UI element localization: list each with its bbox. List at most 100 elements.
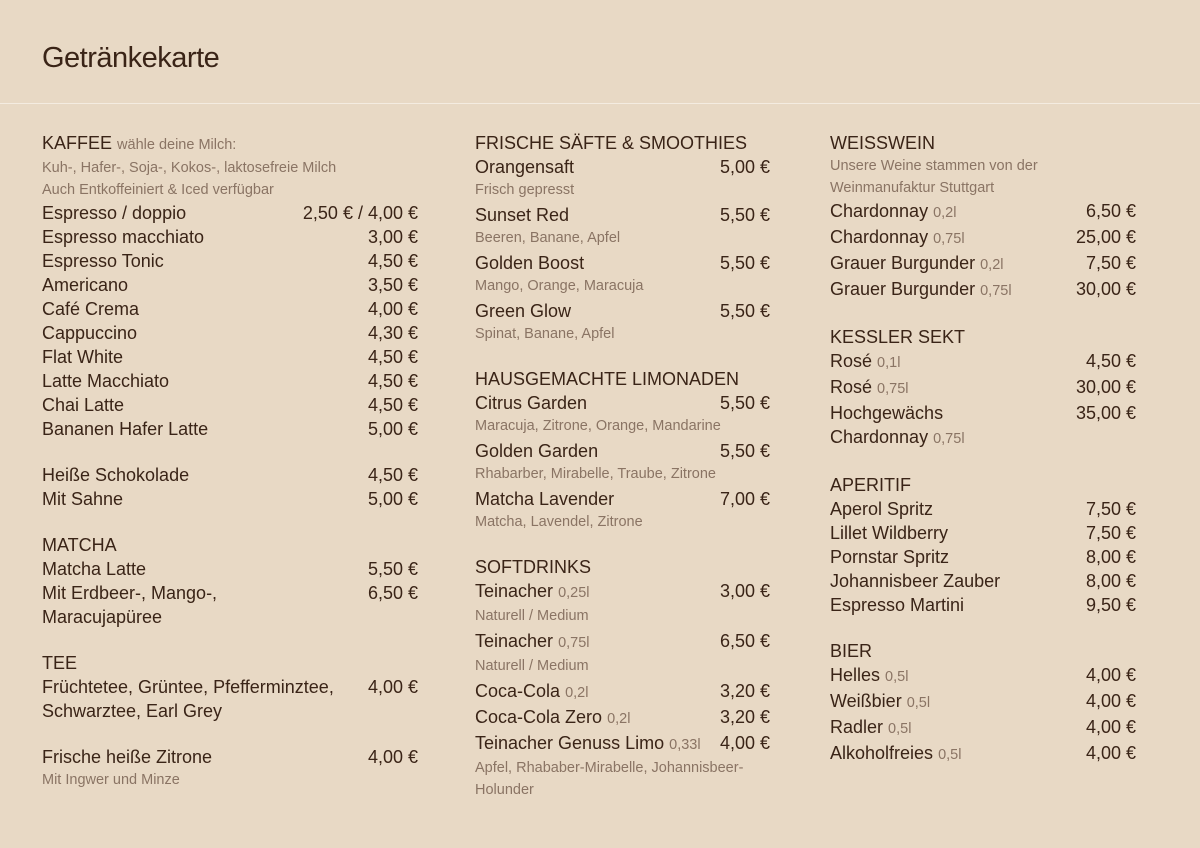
item-name: Golden Boost [475,251,584,275]
item-description: Frisch gepresst [475,182,575,198]
section-heading: APERITIF [830,473,1136,497]
item-price: 3,20 € [719,707,770,727]
page-title: Getränkekarte [42,42,220,74]
item-name-text: Grauer Burgunder [830,279,976,299]
item-description: Naturell / Medium [475,608,589,624]
item-name-text: Matcha Lavender [475,489,615,509]
item-name-text: Lillet Wildberry [830,523,949,543]
menu-item: Mit Erdbeer-, Mango-, Maracujapüree 6,50 … [42,581,418,629]
item-price: 5,50 € [719,441,770,461]
menu-item: Sunset Red 5,50 € [475,203,770,227]
item-name: Espresso Tonic [42,249,164,273]
section-heading-text: SOFTDRINKS [475,557,592,577]
item-name-text: Chardonnay [830,201,929,221]
item-name-text: Aperol Spritz [830,499,934,519]
item-size: 0,33l [669,737,701,753]
section-heading-text: KESSLER SEKT [830,327,966,347]
item-name: Golden Garden [475,439,598,463]
item-name-text: Golden Garden [475,441,599,461]
item-name-text: Flat White [42,347,124,367]
item-name-text: Chai Latte [42,395,125,415]
menu-item: Hochgewächs 35,00 € [830,401,1136,425]
item-name: Chardonnay 0,2l [830,199,956,225]
menu-item: Matcha Latte 5,50 € [42,557,418,581]
item-price: 30,00 € [1075,377,1136,397]
menu-item: Green Glow 5,50 € [475,299,770,323]
menu-column-3: WEISSWEIN Unsere Weine stammen von der We… [830,131,1136,789]
item-name: Sunset Red [475,203,569,227]
item-name: Chardonnay 0,75l [830,225,965,251]
section-heading-text: HAUSGEMACHTE LIMONADEN [475,369,740,389]
item-price: 9,50 € [1085,595,1136,615]
item-description: Naturell / Medium [475,658,589,674]
item-name: Espresso Martini [830,593,964,617]
item-price: 7,50 € [1085,523,1136,543]
section-heading-text: TEE [42,653,78,673]
item-name: Frische heiße Zitrone [42,745,212,769]
section-note: Unsere Weine stammen von der Weinmanufak… [830,158,1038,196]
item-price: 4,00 € [1085,691,1136,711]
menu-section: MATCHA Matcha Latte 5,50 € Mit Erdbeer-, Ma… [42,533,418,629]
item-price: 2,50 € / 4,00 € [302,203,418,223]
menu-section: KAFFEE wähle deine Milch: Kuh-, Hafer-, S… [42,131,418,441]
menu-item: Helles 0,5l 4,00 € [830,663,1136,689]
section-heading-note: wähle deine Milch: [117,137,237,153]
item-name: Espresso macchiato [42,225,204,249]
section-heading-text: WEISSWEIN [830,133,936,153]
item-name-text: Espresso Martini [830,595,965,615]
item-name-text: Früchtetee, Grüntee, Pfefferminztee, Sch… [42,677,334,721]
item-name-text: Citrus Garden [475,393,588,413]
menu-item: Chardonnay 0,2l 6,50 € [830,199,1136,225]
menu-item: Teinacher 0,75l 6,50 € [475,629,770,655]
item-description: Matcha, Lavendel, Zitrone [475,514,643,530]
menu-item: Espresso Martini 9,50 € [830,593,1136,617]
item-name: Green Glow [475,299,571,323]
item-name: Citrus Garden [475,391,587,415]
item-name: Alkoholfreies 0,5l [830,741,961,767]
item-price: 8,00 € [1085,547,1136,567]
item-name: Rosé 0,75l [830,375,909,401]
menu-item: Orangensaft 5,00 € [475,155,770,179]
menu-item: Grauer Burgunder 0,75l 30,00 € [830,277,1136,303]
item-name: Heiße Schokolade [42,463,189,487]
menu-item: Chai Latte 4,50 € [42,393,418,417]
menu-column-1: KAFFEE wähle deine Milch: Kuh-, Hafer-, S… [42,131,418,813]
item-description: Mango, Orange, Maracuja [475,278,644,294]
menu-item: Coca-Cola 0,2l 3,20 € [475,679,770,705]
item-price: 3,20 € [719,681,770,701]
item-name: Chai Latte [42,393,124,417]
item-price: 3,00 € [367,227,418,247]
menu-item: Latte Macchiato 4,50 € [42,369,418,393]
item-name-text: Rosé [830,351,873,371]
menu-item: Aperol Spritz 7,50 € [830,497,1136,521]
item-price: 7,50 € [1085,253,1136,273]
item-price: 30,00 € [1075,279,1136,299]
item-price: 4,00 € [367,747,418,767]
item-name: Grauer Burgunder 0,75l [830,277,1012,303]
menu-item: Radler 0,5l 4,00 € [830,715,1136,741]
item-name-text: Latte Macchiato [42,371,170,391]
item-name-text: Pornstar Spritz [830,547,950,567]
menu-section: APERITIF Aperol Spritz 7,50 € Lillet Wildbe… [830,473,1136,617]
item-name: Bananen Hafer Latte [42,417,208,441]
item-name-text: Helles [830,665,881,685]
item-name: Cappuccino [42,321,137,345]
header-divider [0,103,1200,104]
item-name-text: Coca-Cola Zero [475,707,603,727]
menu-item: Chardonnay 0,75l [830,425,1136,451]
section-heading: TEE [42,651,418,675]
menu-item: Coca-Cola Zero 0,2l 3,20 € [475,705,770,731]
section-heading: HAUSGEMACHTE LIMONADEN [475,367,770,391]
item-name: Americano [42,273,128,297]
item-name: Latte Macchiato [42,369,169,393]
item-name: Café Crema [42,297,139,321]
menu-item: Espresso macchiato 3,00 € [42,225,418,249]
item-price: 5,00 € [367,419,418,439]
item-name: Coca-Cola 0,2l [475,679,588,705]
section-heading: FRISCHE SÄFTE & SMOOTHIES [475,131,770,155]
item-size: 0,5l [888,721,912,737]
section-heading-text: FRISCHE SÄFTE & SMOOTHIES [475,133,748,153]
item-name-text: Johannisbeer Zauber [830,571,1001,591]
item-name: Orangensaft [475,155,574,179]
item-name: Aperol Spritz [830,497,933,521]
